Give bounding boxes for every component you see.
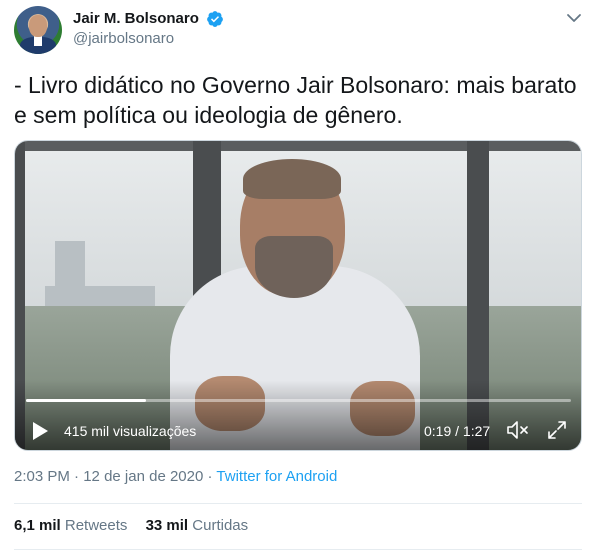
video-time: 0:19 / 1:27 [424, 423, 491, 439]
retweets-label: Retweets [64, 517, 128, 534]
meta-separator: · [69, 468, 84, 485]
tweet-source-link[interactable]: Twitter for Android [216, 468, 337, 485]
video-frame-window-top [15, 141, 581, 151]
tweet-date[interactable]: 12 de jan de 2020 [83, 468, 203, 485]
tweet-card: Jair M. Bolsonaro @jairbolsonaro - Livro… [0, 0, 596, 552]
author-display-name[interactable]: Jair M. Bolsonaro [73, 10, 199, 28]
verified-badge-icon [207, 11, 224, 27]
chevron-down-icon[interactable] [566, 12, 582, 24]
tweet-meta: 2:03 PM · 12 de jan de 2020 · Twitter fo… [14, 467, 337, 487]
tweet-text: - Livro didático no Governo Jair Bolsona… [14, 72, 577, 128]
author-handle[interactable]: @jairbolsonaro [73, 29, 224, 49]
meta-separator: · [203, 468, 217, 485]
avatar[interactable] [14, 6, 62, 54]
video-frame-person-beard [255, 236, 333, 298]
retweets-stat[interactable]: 6,1 mil Retweets [14, 516, 127, 536]
divider [14, 549, 582, 550]
video-player[interactable]: 415 mil visualizações 0:19 / 1:27 [14, 140, 582, 451]
video-views-count: 415 mil visualizações [64, 423, 197, 439]
fullscreen-icon[interactable] [546, 419, 568, 441]
play-icon[interactable] [30, 420, 50, 442]
retweets-count: 6,1 mil [14, 517, 61, 534]
avatar-face [29, 15, 47, 37]
video-progress-bar[interactable] [26, 399, 571, 402]
avatar-collar [34, 36, 42, 46]
video-frame-person-hair [243, 159, 341, 199]
likes-label: Curtidas [192, 517, 249, 534]
likes-count: 33 mil [145, 517, 189, 534]
author-block: Jair M. Bolsonaro @jairbolsonaro [73, 10, 224, 49]
volume-muted-icon[interactable] [506, 419, 530, 441]
likes-stat[interactable]: 33 mil Curtidas [146, 516, 249, 536]
video-progress-fill [26, 399, 146, 402]
divider [14, 503, 582, 504]
tweet-time[interactable]: 2:03 PM [14, 468, 70, 485]
tweet-stats: 6,1 mil Retweets 33 mil Curtidas [14, 516, 262, 536]
